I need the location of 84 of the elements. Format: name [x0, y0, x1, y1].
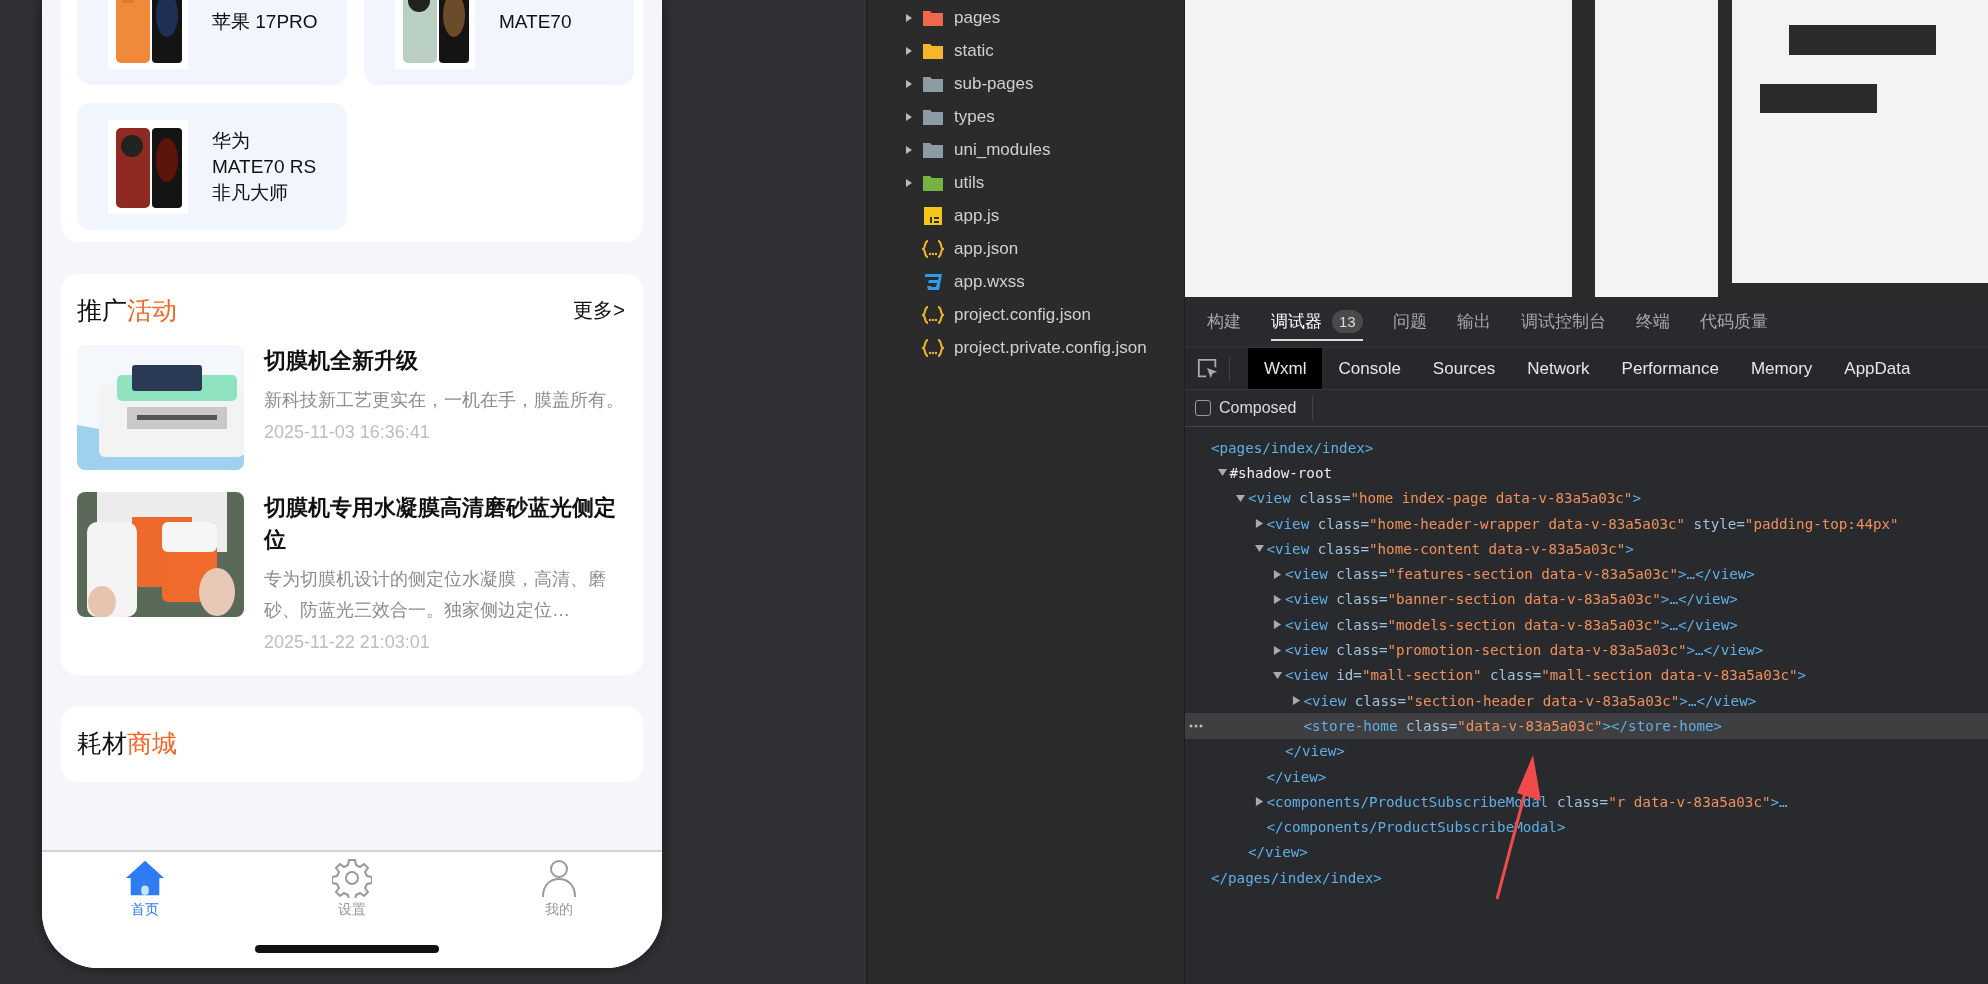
file-tree-item[interactable]: types: [868, 100, 1184, 133]
code-line[interactable]: <view class="section-header data-v-83a5a03c">…</view>: [1303, 692, 1757, 709]
inspect-icon[interactable]: [1197, 357, 1219, 380]
gear-icon: [332, 858, 372, 898]
code-line[interactable]: </view>: [1248, 844, 1308, 861]
file-tree-item[interactable]: app.wxss: [868, 265, 1184, 298]
article-title[interactable]: 切膜机专用水凝膜高清磨砂蓝光侧定位: [264, 492, 627, 556]
model-name: 华为 MATE70 RS 非凡大师: [212, 128, 317, 205]
model-card[interactable]: MATE70: [364, 0, 634, 85]
section-title: 耗材商城: [77, 729, 177, 757]
panel-tab[interactable]: 输出: [1456, 303, 1491, 341]
caret-icon[interactable]: [1236, 493, 1245, 503]
js-file-icon: [922, 206, 944, 225]
file-tree-item[interactable]: sub-pages: [868, 67, 1184, 100]
model-name: MATE70: [499, 9, 572, 34]
file-tree-item[interactable]: static: [868, 34, 1184, 67]
panel-tab[interactable]: 终端: [1635, 303, 1670, 341]
code-line[interactable]: <pages/index/index>: [1211, 439, 1374, 456]
file-tree-item[interactable]: utils: [868, 166, 1184, 199]
home-icon: [125, 858, 166, 898]
model-card[interactable]: 苹果 17PRO: [77, 0, 347, 85]
panel-tab[interactable]: 调试器 13: [1271, 303, 1363, 341]
code-line[interactable]: <view class="models-section data-v-83a5a03c">…</view>: [1285, 616, 1738, 633]
code-line[interactable]: </pages/index/index>: [1211, 869, 1382, 886]
caret-icon[interactable]: [1273, 645, 1282, 655]
css-file-icon: [922, 272, 944, 291]
file-tree-item[interactable]: app.js: [868, 199, 1184, 232]
code-line[interactable]: <view class="home-header-wrapper data-v-83a5a03c" style="padding-top:44px": [1266, 515, 1899, 532]
code-line[interactable]: <view class="home index-page data-v-83a5a03c">: [1248, 490, 1641, 507]
caret-icon[interactable]: [1254, 544, 1264, 554]
section-title: 推广活动: [77, 295, 177, 326]
panel-tab[interactable]: 调试控制台: [1520, 303, 1606, 341]
devtools-tab[interactable]: Console: [1322, 348, 1417, 389]
caret-icon[interactable]: [1273, 569, 1282, 579]
checkbox-label: Composed: [1219, 399, 1297, 417]
code-line[interactable]: <view id="mall-section" class="mall-section data-v-83a5a03c">: [1285, 667, 1807, 684]
caret-icon[interactable]: [1254, 797, 1264, 807]
model-name: 苹果 17PRO: [212, 9, 318, 34]
panel-tab[interactable]: 代码质量: [1699, 303, 1768, 341]
file-tree-item[interactable]: app.json: [868, 232, 1184, 265]
devtools-tab[interactable]: Memory: [1734, 348, 1829, 389]
code-line[interactable]: <view class="features-section data-v-83a5a03c">…</view>: [1285, 566, 1755, 583]
article-date: 2025-11-03 16:36:41: [264, 422, 431, 443]
devtools-tab[interactable]: Performance: [1605, 348, 1735, 389]
devtools-tab[interactable]: Sources: [1416, 348, 1512, 389]
caret-icon[interactable]: [904, 12, 914, 23]
code-line[interactable]: #shadow-root: [1229, 464, 1332, 481]
tab-bar-item[interactable]: 首页: [105, 858, 186, 919]
file-tree-item[interactable]: uni_modules: [868, 133, 1184, 166]
panel-tab[interactable]: 构建: [1207, 303, 1241, 341]
json-file-icon: [922, 338, 944, 357]
file-tree-item[interactable]: pages: [868, 1, 1184, 34]
caret-icon[interactable]: [1254, 519, 1264, 529]
panel-tab[interactable]: 问题: [1392, 303, 1427, 341]
caret-icon[interactable]: [1273, 620, 1282, 630]
code-line[interactable]: </view>: [1266, 768, 1327, 785]
article-date: 2025-11-22 21:03:01: [264, 632, 431, 653]
caret-icon[interactable]: [904, 45, 914, 56]
caret-icon[interactable]: [904, 78, 914, 89]
devtools-tab[interactable]: Wxml: [1248, 348, 1323, 389]
caret-icon[interactable]: [1217, 468, 1227, 478]
caret-icon[interactable]: [904, 177, 914, 188]
more-icon[interactable]: [1189, 724, 1203, 729]
devtools-tab[interactable]: AppData: [1828, 348, 1927, 389]
article-title[interactable]: 切膜机全新升级: [264, 345, 627, 377]
code-line[interactable]: <view class="promotion-section data-v-83a5a03c">…</view>: [1285, 642, 1764, 658]
caret-icon[interactable]: [904, 111, 914, 122]
caret-icon[interactable]: [904, 144, 914, 155]
model-card[interactable]: 华为 MATE70 RS 非凡大师: [77, 103, 347, 230]
checkbox[interactable]: [1195, 400, 1211, 416]
caret-icon[interactable]: [1273, 594, 1282, 604]
article-summary: 新科技新工艺更实在，一机在手，膜盖所有。: [264, 389, 625, 412]
code-line[interactable]: <view class="home-content data-v-83a5a03c">: [1266, 540, 1634, 557]
file-tree-item[interactable]: project.private.config.json: [868, 331, 1184, 364]
caret-icon[interactable]: [1273, 670, 1282, 680]
article-summary: 专为切膜机设计的侧定位水凝膜，高清、磨砂、防蓝光三效合一。独家侧边定位…: [264, 568, 607, 622]
json-file-icon: [922, 305, 944, 324]
more-link[interactable]: 更多>: [573, 297, 625, 324]
devtools-tab[interactable]: Network: [1511, 348, 1606, 389]
code-line[interactable]: </view>: [1285, 743, 1345, 760]
code-line[interactable]: <view class="banner-section data-v-83a5a03c">…</view>: [1285, 591, 1738, 608]
caret-icon[interactable]: [1291, 696, 1301, 706]
json-file-icon: [922, 239, 944, 258]
file-tree-item[interactable]: project.config.json: [868, 298, 1184, 331]
